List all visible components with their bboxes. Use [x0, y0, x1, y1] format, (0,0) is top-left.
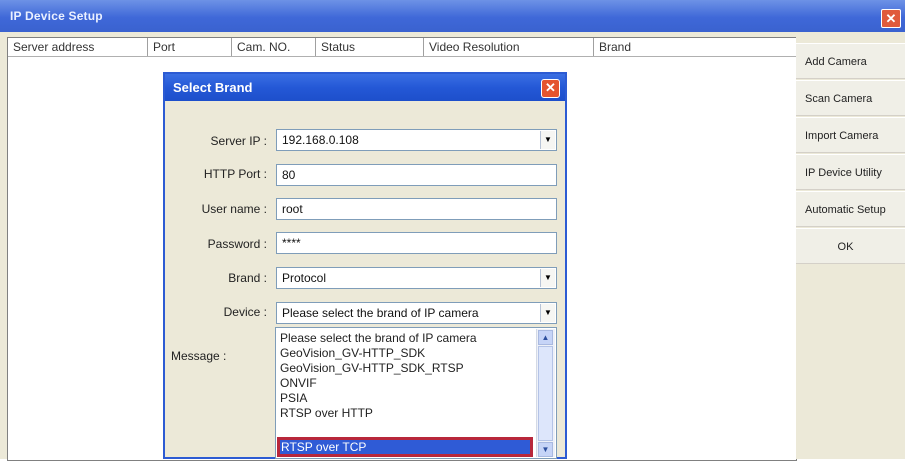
device-dropdown-list[interactable]: Please select the brand of IP camera Geo…: [275, 327, 557, 459]
device-option-geovision-http-sdk[interactable]: GeoVision_GV-HTTP_SDK: [280, 346, 425, 361]
column-header-brand[interactable]: Brand: [594, 38, 796, 56]
scroll-down-icon[interactable]: ▼: [538, 442, 553, 457]
chevron-down-icon[interactable]: ▼: [540, 304, 555, 322]
chevron-down-icon[interactable]: ▼: [540, 269, 555, 287]
user-name-input[interactable]: root: [276, 198, 557, 220]
action-sidebar: Add Camera Scan Camera Import Camera IP …: [796, 37, 905, 459]
device-option-rtsp-over-tcp[interactable]: RTSP over TCP: [277, 437, 533, 457]
ok-button[interactable]: OK: [796, 228, 905, 264]
http-port-input[interactable]: 80: [276, 164, 557, 186]
column-header-cam-no[interactable]: Cam. NO.: [232, 38, 316, 56]
column-header-video-resolution[interactable]: Video Resolution: [424, 38, 594, 56]
scrollbar-thumb[interactable]: [538, 346, 553, 441]
add-camera-button[interactable]: Add Camera: [796, 43, 905, 79]
password-label: Password :: [207, 237, 267, 251]
device-option-onvif[interactable]: ONVIF: [280, 376, 317, 391]
window-title-bar: IP Device Setup ✕: [0, 0, 905, 32]
scan-camera-button[interactable]: Scan Camera: [796, 80, 905, 116]
device-value: Please select the brand of IP camera: [282, 306, 479, 320]
scroll-up-icon[interactable]: ▲: [538, 330, 553, 345]
window-title: IP Device Setup: [10, 9, 103, 23]
device-option-rtsp-over-tcp-label: RTSP over TCP: [281, 440, 367, 454]
brand-value: Protocol: [282, 271, 327, 285]
user-name-label: User name :: [201, 202, 267, 216]
chevron-down-icon[interactable]: ▼: [540, 131, 555, 149]
device-option-geovision-http-sdk-rtsp[interactable]: GeoVision_GV-HTTP_SDK_RTSP: [280, 361, 464, 376]
device-list-header: Server address Port Cam. NO. Status Vide…: [8, 38, 796, 57]
device-option-placeholder[interactable]: Please select the brand of IP camera: [280, 331, 477, 346]
password-input[interactable]: ****: [276, 232, 557, 254]
ip-device-utility-button[interactable]: IP Device Utility: [796, 154, 905, 190]
window-close-button[interactable]: ✕: [881, 9, 901, 28]
dialog-title-bar: Select Brand ✕: [165, 74, 565, 101]
message-label: Message :: [171, 349, 227, 363]
server-ip-value: 192.168.0.108: [282, 133, 359, 147]
import-camera-button[interactable]: Import Camera: [796, 117, 905, 153]
brand-combobox[interactable]: Protocol ▼: [276, 267, 557, 289]
http-port-value: 80: [282, 168, 296, 182]
close-icon: ✕: [885, 11, 897, 26]
dialog-close-button[interactable]: ✕: [541, 79, 560, 98]
server-ip-combobox[interactable]: 192.168.0.108 ▼: [276, 129, 557, 151]
device-option-rtsp-over-http[interactable]: RTSP over HTTP: [280, 406, 373, 421]
dropdown-scrollbar[interactable]: ▲ ▼: [536, 329, 555, 457]
user-name-value: root: [282, 202, 303, 216]
http-port-label: HTTP Port :: [203, 167, 267, 181]
device-combobox[interactable]: Please select the brand of IP camera ▼: [276, 302, 557, 324]
close-icon: ✕: [545, 80, 556, 95]
automatic-setup-button[interactable]: Automatic Setup: [796, 191, 905, 227]
column-header-port[interactable]: Port: [148, 38, 232, 56]
dialog-title: Select Brand: [173, 80, 253, 95]
server-ip-label: Server IP :: [210, 134, 267, 148]
device-option-psia[interactable]: PSIA: [280, 391, 307, 406]
device-label: Device :: [223, 305, 267, 319]
column-header-status[interactable]: Status: [316, 38, 424, 56]
password-value: ****: [282, 236, 301, 250]
column-header-server-address[interactable]: Server address: [8, 38, 148, 56]
brand-label: Brand :: [228, 271, 267, 285]
